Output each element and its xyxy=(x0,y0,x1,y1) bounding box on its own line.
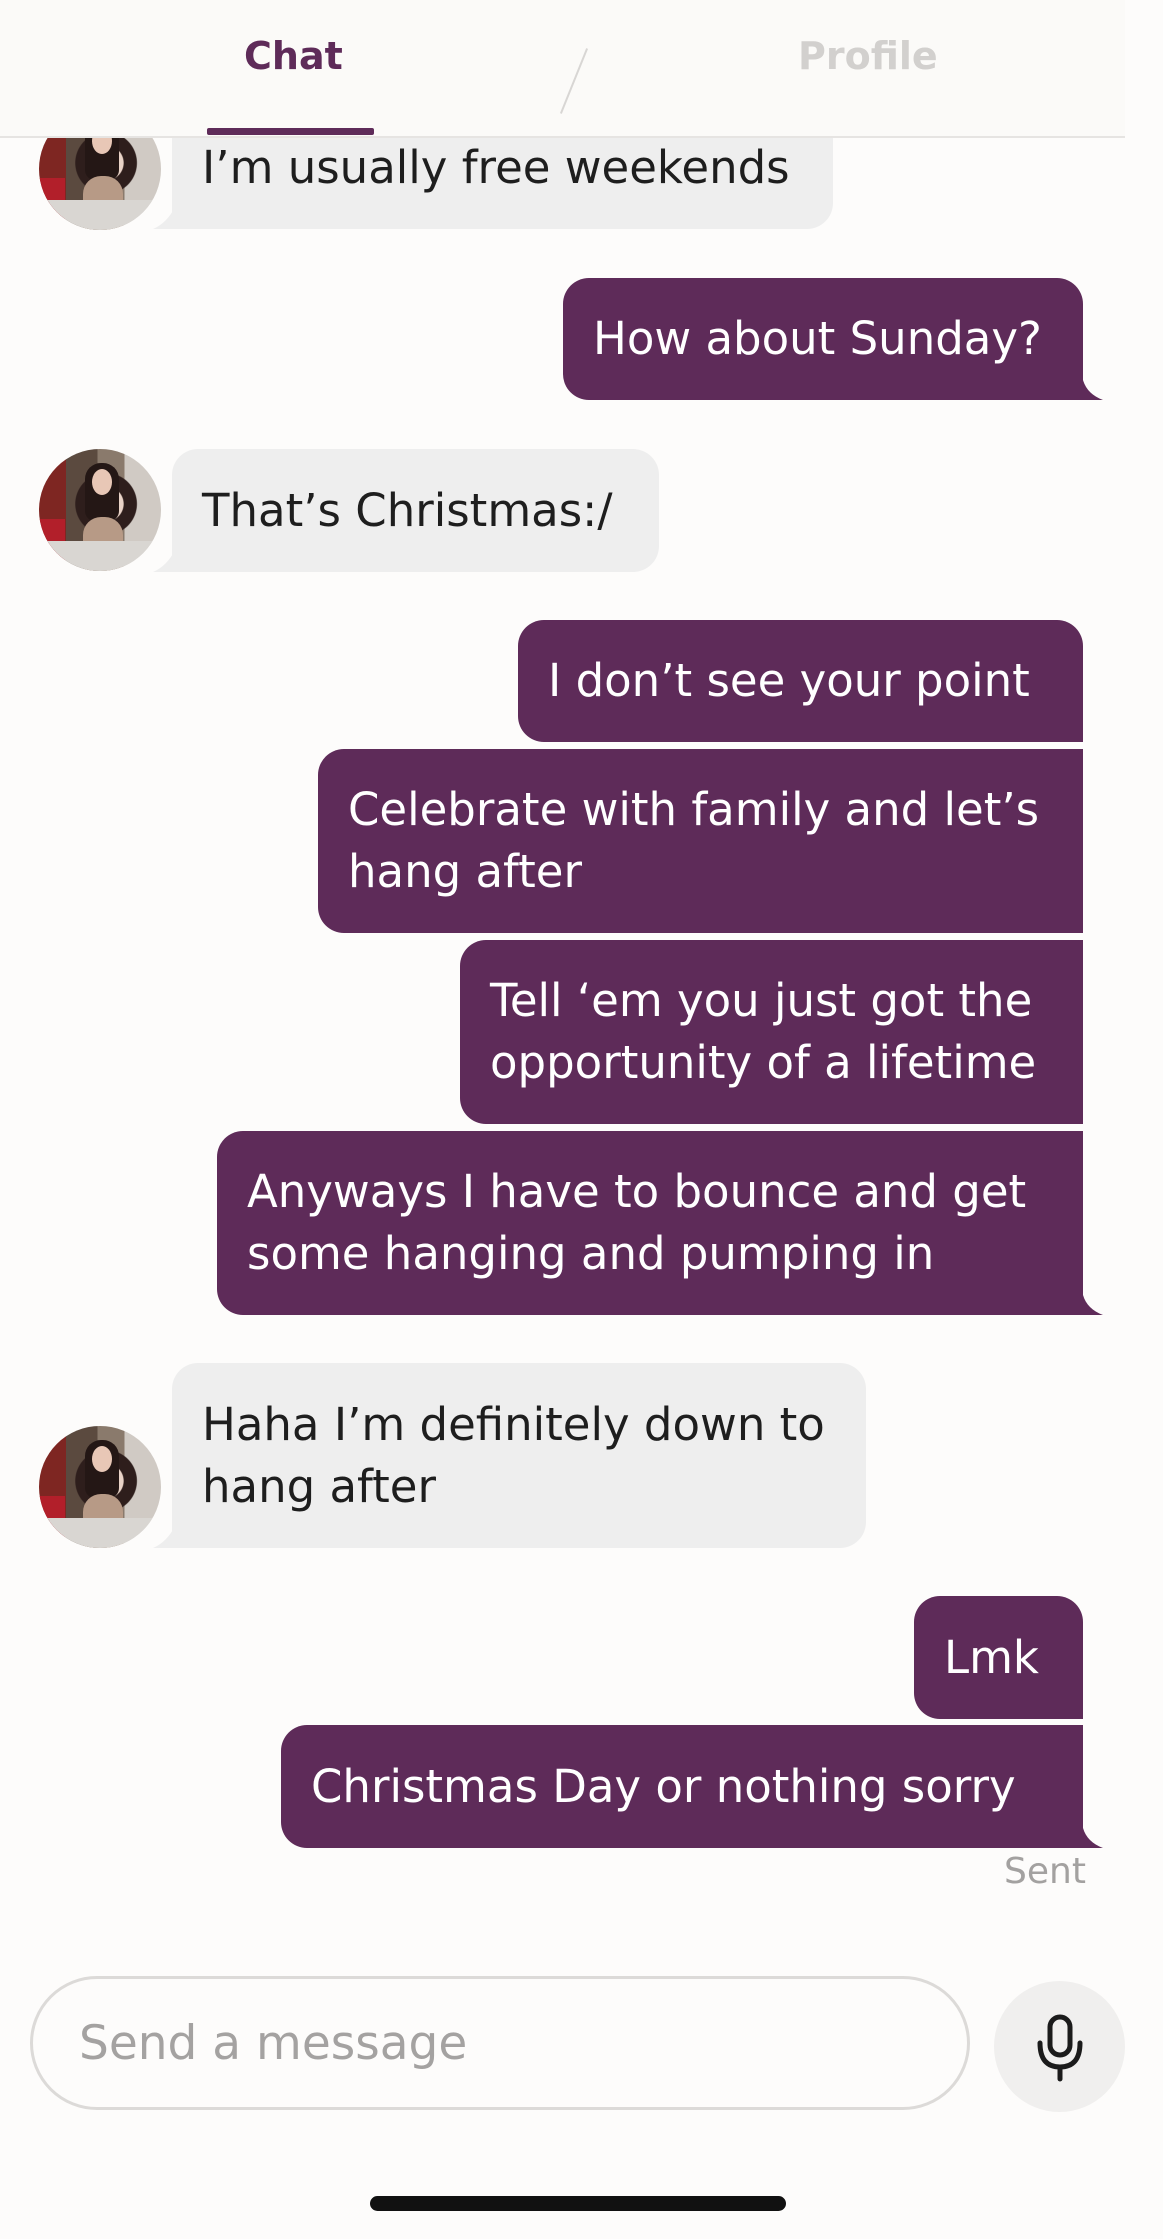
message-bubble-outgoing[interactable]: Christmas Day or nothing sorry xyxy=(281,1725,1083,1848)
message-input-placeholder: Send a message xyxy=(79,2015,468,2071)
message-bubble-outgoing[interactable]: How about Sunday? xyxy=(563,278,1083,400)
bubble-tail xyxy=(1083,1828,1103,1848)
message-bubble-outgoing[interactable]: Celebrate with family and let’s hang aft… xyxy=(318,749,1083,933)
message-bubble-outgoing[interactable]: Lmk xyxy=(914,1596,1083,1719)
tab-divider xyxy=(559,48,589,114)
message-bubble-outgoing[interactable]: I don’t see your point xyxy=(518,620,1083,742)
active-tab-indicator xyxy=(207,128,374,135)
microphone-icon xyxy=(1037,2014,1083,2082)
microphone-button[interactable] xyxy=(994,1981,1125,2112)
bubble-tail xyxy=(1083,380,1103,400)
avatar[interactable] xyxy=(39,449,161,571)
tab-profile[interactable]: Profile xyxy=(798,34,938,78)
bubble-tail xyxy=(1083,1295,1103,1315)
tab-bar: Chat Profile xyxy=(0,0,1125,138)
message-bubble-incoming[interactable]: That’s Christmas:/ xyxy=(172,449,659,572)
message-input[interactable]: Send a message xyxy=(30,1976,970,2110)
tab-chat[interactable]: Chat xyxy=(244,34,343,78)
message-bubble-incoming[interactable]: Haha I’m definitely down to hang after xyxy=(172,1363,866,1548)
home-indicator xyxy=(370,2196,786,2211)
message-status: Sent xyxy=(1004,1851,1086,1892)
message-bubble-outgoing[interactable]: Anyways I have to bounce and get some ha… xyxy=(217,1131,1083,1315)
avatar[interactable] xyxy=(39,1426,161,1548)
message-bubble-outgoing[interactable]: Tell ‘em you just got the opportunity of… xyxy=(460,940,1083,1124)
